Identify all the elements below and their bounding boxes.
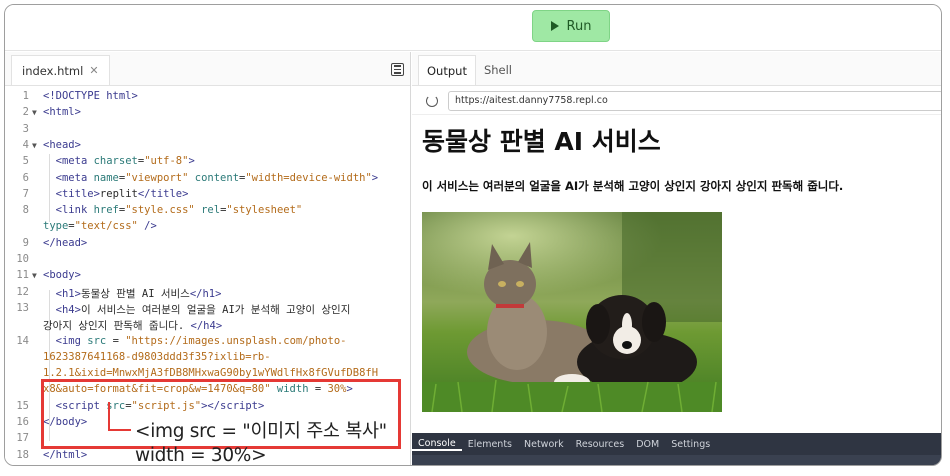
devtools-tab-network[interactable]: Network <box>518 439 570 450</box>
page-subtitle: 이 서비스는 여러분의 얼굴을 AI가 분석해 고양이 상인지 강아지 상인지 … <box>422 179 844 193</box>
fold-toggle-icon[interactable]: ▼ <box>32 141 37 150</box>
code-line[interactable]: </html> <box>43 449 87 461</box>
page-title: 동물상 판별 AI 서비스 <box>422 127 661 156</box>
line-number: 10 <box>16 253 29 265</box>
callout-line-2: width = 30%> <box>135 445 267 466</box>
line-number: 15 <box>16 399 29 412</box>
line-number: 3 <box>22 122 29 135</box>
line-number: 13 <box>16 301 29 314</box>
cat-dog-photo <box>422 212 722 412</box>
line-number: 14 <box>16 334 29 347</box>
callout-line-1: <img src = "이미지 주소 복사" <box>135 421 387 442</box>
code-line[interactable]: <link href="style.css" rel="stylesheet" <box>43 204 303 216</box>
fold-toggle-icon[interactable]: ▼ <box>32 271 37 280</box>
devtools-tab-elements[interactable]: Elements <box>462 439 518 450</box>
devtools-tab-dom[interactable]: DOM <box>630 439 665 450</box>
code-line[interactable]: <img src = "https://images.unsplash.com/… <box>43 335 347 347</box>
code-line[interactable]: <html> <box>43 106 81 118</box>
devtools-tab-settings[interactable]: Settings <box>665 439 716 450</box>
code-line[interactable]: <!DOCTYPE html> <box>43 90 138 102</box>
code-line[interactable]: <body> <box>43 269 81 281</box>
code-line[interactable]: <meta name="viewport" content="width=dev… <box>43 172 378 184</box>
line-number: 11 <box>16 269 29 282</box>
code-line[interactable]: <h1>동물상 판별 AI 서비스</h1> <box>43 286 222 301</box>
code-line[interactable]: 강아지 상인지 판독해 줍니다. </h4> <box>43 318 222 333</box>
app-window: Run index.html ✕ 1 <!DOCTYPE html> 2 ▼ <html… <box>4 4 942 466</box>
devtools-panel: Console Elements Network Resources DOM Settin… <box>412 433 941 465</box>
line-number: 4 <box>22 138 29 151</box>
reload-icon[interactable] <box>426 94 438 107</box>
line-number: 12 <box>16 285 29 298</box>
line-number: 9 <box>22 236 29 249</box>
line-number: 17 <box>16 432 29 445</box>
devtools-tab-resources[interactable]: Resources <box>570 439 631 450</box>
devtools-toolbar <box>412 455 941 465</box>
close-icon[interactable]: ✕ <box>89 64 98 77</box>
devtools-tab-console[interactable]: Console <box>412 438 462 451</box>
run-button[interactable]: Run <box>532 10 610 42</box>
line-number: 16 <box>16 416 29 428</box>
devtools-tabs: Console Elements Network Resources DOM Settin… <box>412 433 941 455</box>
tab-shell[interactable]: Shell <box>476 55 520 85</box>
tab-output[interactable]: Output <box>418 55 476 85</box>
code-line[interactable]: <h4>이 서비스는 여러분의 얼굴을 AI가 분석해 고양이 상인지 <box>43 302 351 317</box>
line-number: 6 <box>22 171 29 184</box>
code-line[interactable]: 1.2.1&ixid=MnwxMjA3fDB8MHxwaG90by1wYWdlf… <box>43 367 378 379</box>
code-line[interactable]: <head> <box>43 139 81 151</box>
line-number: 2 <box>22 106 29 119</box>
url-bar: https://aitest.danny7758.repl.co <box>412 87 941 115</box>
line-number: 5 <box>22 155 29 168</box>
editor-menu-icon[interactable] <box>391 63 404 76</box>
line-number: 1 <box>22 90 29 102</box>
output-pane: Output Shell https://aitest.danny7758.re… <box>412 52 941 465</box>
code-line[interactable]: <meta charset="utf-8"> <box>43 155 195 167</box>
line-number: 8 <box>22 204 29 217</box>
code-line[interactable]: <title>replit</title> <box>43 188 189 200</box>
editor-tabs: index.html ✕ <box>5 52 410 86</box>
rendered-page: 동물상 판별 AI 서비스 이 서비스는 여러분의 얼굴을 AI가 분석해 고양… <box>422 122 932 412</box>
file-tab-label: index.html <box>22 63 84 78</box>
line-number: 18 <box>16 448 29 461</box>
output-tabs: Output Shell <box>412 52 941 86</box>
code-line[interactable]: type="text/css" /> <box>43 220 157 232</box>
file-tab-index[interactable]: index.html ✕ <box>11 55 110 85</box>
run-label: Run <box>566 18 592 34</box>
code-line[interactable]: 1623387641168-d9803ddd3f35?ixlib=rb- <box>43 351 271 363</box>
code-editor[interactable]: index.html ✕ 1 <!DOCTYPE html> 2 ▼ <html> 3 4 ▼… <box>5 52 411 466</box>
play-icon <box>550 21 559 31</box>
url-field[interactable]: https://aitest.danny7758.repl.co <box>448 90 941 111</box>
code-line[interactable]: </head> <box>43 237 87 249</box>
fold-toggle-icon[interactable]: ▼ <box>32 108 37 117</box>
top-toolbar: Run <box>5 5 941 51</box>
line-number: 7 <box>22 187 29 200</box>
